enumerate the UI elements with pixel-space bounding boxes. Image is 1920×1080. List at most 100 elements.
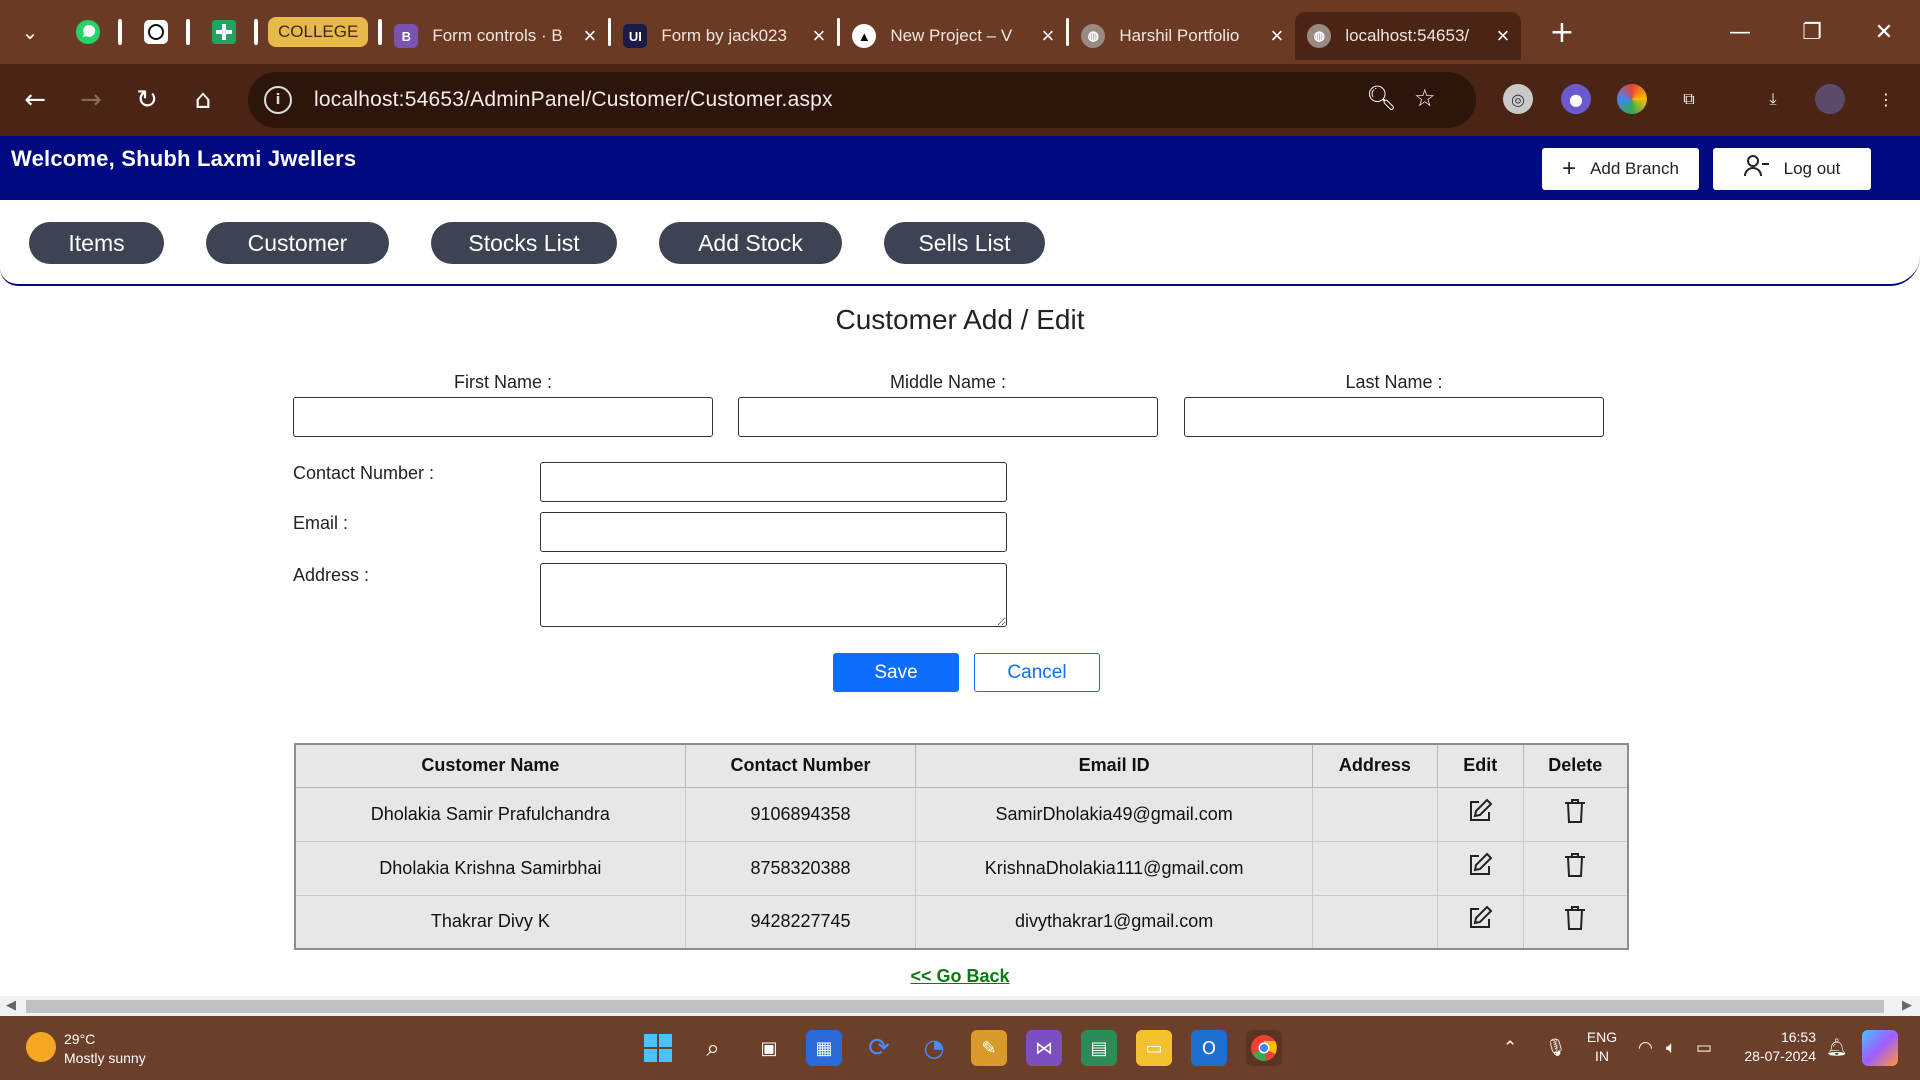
- whatsapp-icon: [76, 20, 100, 44]
- task-view-icon[interactable]: ▣: [751, 1030, 787, 1066]
- microphone-icon[interactable]: 🎙︎: [1545, 1038, 1567, 1058]
- cancel-button[interactable]: Cancel: [974, 653, 1100, 692]
- app-header: Welcome, Shubh Laxmi Jwellers + Add Bran…: [0, 136, 1920, 200]
- customer-name-cell: Thakrar Divy K: [294, 894, 686, 950]
- sheets-plus-icon: [212, 20, 236, 44]
- tab-separator: [118, 19, 122, 45]
- outlook-icon[interactable]: O: [1191, 1030, 1227, 1066]
- quick-assist-icon[interactable]: ◔: [916, 1030, 952, 1066]
- wifi-icon[interactable]: ◠: [1638, 1038, 1653, 1058]
- battery-icon[interactable]: ▭: [1696, 1038, 1712, 1058]
- file-explorer-icon[interactable]: ▭: [1136, 1030, 1172, 1066]
- delete-cell: [1522, 786, 1629, 842]
- close-window-button[interactable]: ✕: [1848, 0, 1920, 64]
- weather-sun-icon[interactable]: [26, 1032, 56, 1062]
- plus-icon: +: [1562, 155, 1577, 182]
- extension-glasses-icon[interactable]: ◎: [1503, 84, 1533, 114]
- volume-icon[interactable]: 🔈︎: [1666, 1038, 1676, 1058]
- scroll-right-arrow-icon[interactable]: ▶: [1902, 998, 1912, 1013]
- back-button[interactable]: ←: [7, 72, 63, 128]
- close-icon[interactable]: ×: [583, 23, 596, 49]
- profile-avatar[interactable]: [1815, 84, 1845, 114]
- user-minus-icon: [1743, 154, 1770, 185]
- language-indicator[interactable]: ENG IN: [1584, 1028, 1620, 1066]
- chrome-icon[interactable]: [1246, 1030, 1282, 1066]
- last-name-field[interactable]: [1184, 397, 1604, 437]
- tab-localhost-active[interactable]: ◍ localhost:54653/ ×: [1295, 12, 1522, 60]
- store-icon[interactable]: ▦: [806, 1030, 842, 1066]
- browser-menu-icon[interactable]: ⋮: [1871, 84, 1901, 114]
- close-icon[interactable]: ×: [1041, 23, 1054, 49]
- nav-stocks-list[interactable]: Stocks List: [431, 222, 617, 264]
- add-branch-label: Add Branch: [1590, 159, 1679, 178]
- new-tab-button[interactable]: +: [1549, 15, 1574, 50]
- trash-icon[interactable]: [1563, 905, 1587, 938]
- scrollbar-thumb[interactable]: [26, 1000, 1884, 1013]
- nav-items[interactable]: Items: [29, 222, 164, 264]
- tray-overflow-icon[interactable]: ⌃: [1503, 1038, 1517, 1058]
- horizontal-scrollbar[interactable]: ◀ ▶: [0, 996, 1920, 1016]
- close-icon[interactable]: ×: [1496, 23, 1509, 49]
- address-url[interactable]: localhost:54653/AdminPanel/Customer/Cust…: [314, 88, 833, 112]
- chatgpt-pinned-tab[interactable]: [136, 12, 176, 52]
- paint-app-icon[interactable]: ✎: [971, 1030, 1007, 1066]
- trash-icon[interactable]: [1563, 852, 1587, 885]
- zoom-icon[interactable]: 🔍︎: [1366, 84, 1396, 112]
- extension-color-icon[interactable]: [1617, 84, 1647, 114]
- forward-button[interactable]: →: [63, 72, 119, 128]
- tab-new-project[interactable]: ▲ New Project – V ×: [840, 12, 1066, 60]
- notification-bell-icon[interactable]: 🔔︎: [1826, 1038, 1848, 1058]
- chatgpt-icon: [144, 20, 168, 44]
- close-icon[interactable]: ×: [812, 23, 825, 49]
- go-back-link[interactable]: << Go Back: [0, 966, 1920, 987]
- copilot-icon[interactable]: [1862, 1030, 1898, 1066]
- column-header: Delete: [1522, 743, 1629, 788]
- nav-add-stock[interactable]: Add Stock: [659, 222, 842, 264]
- minimize-button[interactable]: —: [1704, 0, 1776, 64]
- tab-harshil-portfolio[interactable]: ◍ Harshil Portfolio ×: [1069, 12, 1295, 60]
- tab-separator: [186, 19, 190, 45]
- edit-icon[interactable]: [1467, 905, 1493, 938]
- sheets-pinned-tab[interactable]: [204, 12, 244, 52]
- nav-customer[interactable]: Customer: [206, 222, 389, 264]
- vercel-icon: ▲: [852, 24, 877, 48]
- edit-icon[interactable]: [1467, 798, 1493, 831]
- save-button[interactable]: Save: [833, 653, 959, 692]
- add-branch-button[interactable]: + Add Branch: [1542, 148, 1699, 190]
- search-icon[interactable]: ⌕: [695, 1030, 731, 1066]
- weather-widget[interactable]: 29°C Mostly sunny: [64, 1030, 146, 1068]
- edit-icon[interactable]: [1467, 852, 1493, 885]
- tab-group-college[interactable]: COLLEGE: [268, 17, 369, 47]
- email-field[interactable]: [540, 512, 1007, 552]
- sync-app-icon[interactable]: ⟳: [861, 1030, 897, 1066]
- contact-number-field[interactable]: [540, 462, 1007, 502]
- clock[interactable]: 16:53 28-07-2024: [1730, 1028, 1816, 1066]
- trash-icon[interactable]: [1563, 798, 1587, 831]
- excel-icon[interactable]: ▤: [1081, 1030, 1117, 1066]
- restore-button[interactable]: ❐: [1776, 0, 1848, 64]
- edit-cell: [1436, 840, 1524, 896]
- address-field[interactable]: [540, 563, 1007, 627]
- site-info-icon[interactable]: i: [264, 86, 292, 114]
- tab-search-button[interactable]: ⌄: [10, 12, 50, 52]
- first-name-field[interactable]: [293, 397, 713, 437]
- extensions-puzzle-icon[interactable]: ⧉: [1674, 84, 1704, 114]
- download-icon[interactable]: ⤓: [1758, 84, 1788, 114]
- visual-studio-icon[interactable]: ⋈: [1026, 1030, 1062, 1066]
- middle-name-field[interactable]: [738, 397, 1158, 437]
- reload-button[interactable]: ↻: [119, 72, 175, 128]
- extension-chat-icon[interactable]: ●: [1561, 84, 1591, 114]
- bootstrap-icon: B: [394, 24, 419, 48]
- tab-form-by-jack[interactable]: UI Form by jack023 ×: [611, 12, 837, 60]
- scroll-left-arrow-icon[interactable]: ◀: [6, 998, 16, 1013]
- bookmark-star-icon[interactable]: ☆: [1414, 84, 1436, 112]
- whatsapp-pinned-tab[interactable]: [68, 12, 108, 52]
- start-windows-icon[interactable]: [640, 1030, 676, 1066]
- nav-sells-list[interactable]: Sells List: [884, 222, 1045, 264]
- logout-button[interactable]: Log out: [1713, 148, 1871, 190]
- close-icon[interactable]: ×: [1270, 23, 1283, 49]
- tab-form-controls[interactable]: B Form controls · B ×: [382, 12, 608, 60]
- temperature: 29°C: [64, 1031, 96, 1047]
- address-bar[interactable]: i localhost:54653/AdminPanel/Customer/Cu…: [248, 72, 1476, 128]
- home-button[interactable]: ⌂: [175, 72, 231, 128]
